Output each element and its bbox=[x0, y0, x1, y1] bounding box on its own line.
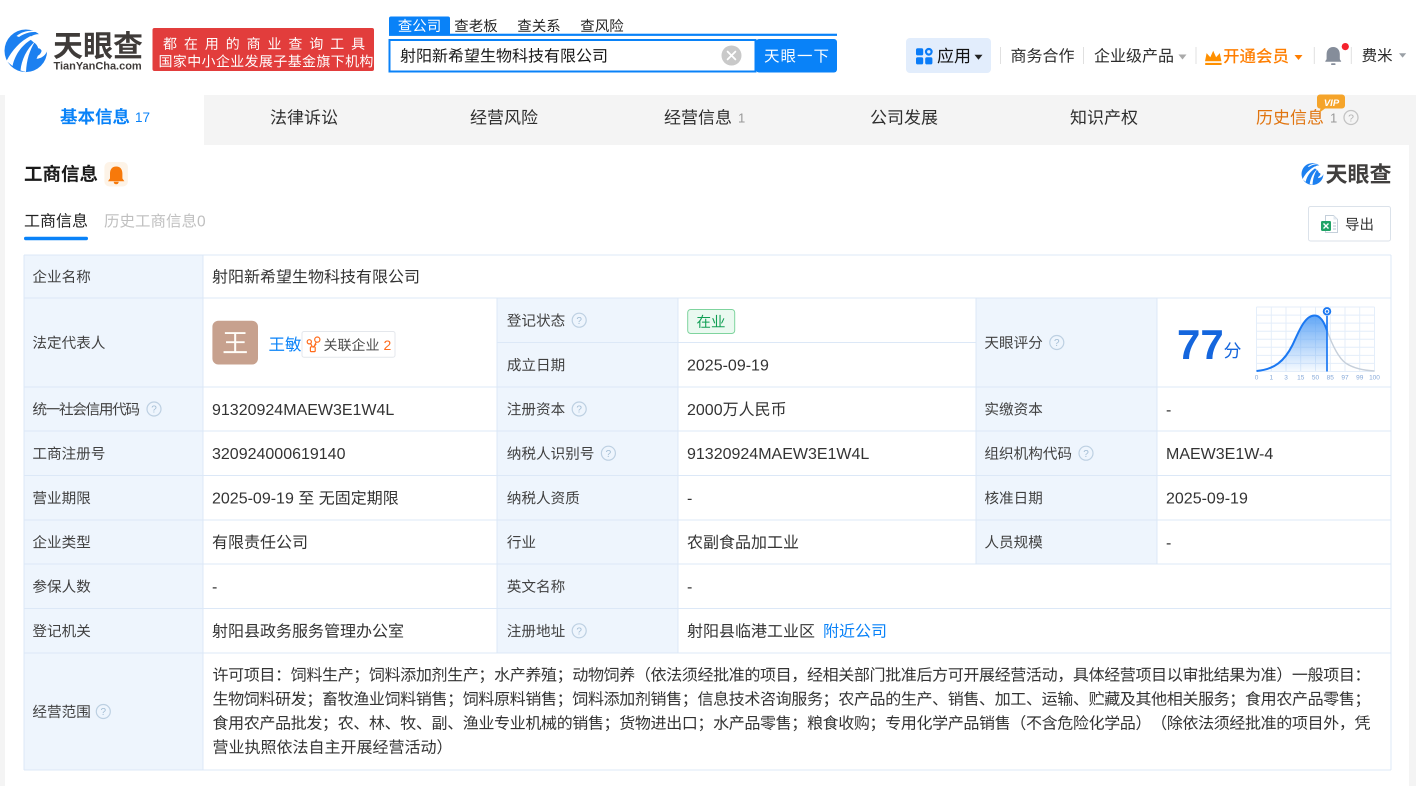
svg-text:-: - bbox=[687, 491, 692, 508]
svg-text:91320924MAEW3E1W4L: 91320924MAEW3E1W4L bbox=[212, 402, 394, 419]
svg-text:2000: 2000 bbox=[687, 402, 723, 419]
svg-text:2025-09-19: 2025-09-19 bbox=[212, 491, 294, 508]
svg-text:TianYanCha.com: TianYanCha.com bbox=[54, 61, 142, 73]
svg-text:97: 97 bbox=[1341, 375, 1349, 382]
svg-text:1: 1 bbox=[738, 111, 745, 126]
svg-text:?: ? bbox=[101, 707, 107, 718]
svg-text:91320924MAEW3E1W4L: 91320924MAEW3E1W4L bbox=[687, 446, 869, 463]
svg-text:MAEW3E1W-4: MAEW3E1W-4 bbox=[1166, 446, 1273, 463]
svg-text:3: 3 bbox=[1284, 375, 1288, 382]
svg-text:-: - bbox=[1166, 402, 1171, 419]
svg-text:-: - bbox=[212, 579, 217, 596]
svg-text:?: ? bbox=[1348, 112, 1354, 124]
svg-text:?: ? bbox=[576, 626, 582, 637]
svg-text:0: 0 bbox=[1255, 375, 1259, 382]
svg-text:?: ? bbox=[576, 405, 582, 416]
svg-text:-: - bbox=[687, 579, 692, 596]
svg-text:1: 1 bbox=[1269, 375, 1273, 382]
svg-text:15: 15 bbox=[1297, 375, 1305, 382]
svg-text:?: ? bbox=[606, 449, 612, 460]
svg-text:77: 77 bbox=[1177, 321, 1224, 368]
svg-text:-: - bbox=[1166, 535, 1171, 552]
svg-text:?: ? bbox=[576, 316, 582, 327]
svg-text:?: ? bbox=[1083, 449, 1089, 460]
svg-text:2: 2 bbox=[384, 337, 392, 353]
svg-text:99: 99 bbox=[1356, 375, 1364, 382]
svg-text:50: 50 bbox=[1312, 375, 1320, 382]
svg-text:17: 17 bbox=[135, 110, 150, 125]
svg-text:2025-09-19: 2025-09-19 bbox=[687, 358, 769, 375]
svg-text:?: ? bbox=[151, 405, 157, 416]
svg-text:85: 85 bbox=[1327, 375, 1335, 382]
svg-text:1: 1 bbox=[1330, 111, 1337, 126]
svg-text:VIP: VIP bbox=[1324, 98, 1340, 109]
svg-text:?: ? bbox=[1054, 338, 1060, 349]
svg-text:0: 0 bbox=[197, 214, 206, 231]
svg-text:320924000619140: 320924000619140 bbox=[212, 446, 346, 463]
svg-text:100: 100 bbox=[1369, 375, 1380, 382]
svg-text:2025-09-19: 2025-09-19 bbox=[1166, 491, 1248, 508]
